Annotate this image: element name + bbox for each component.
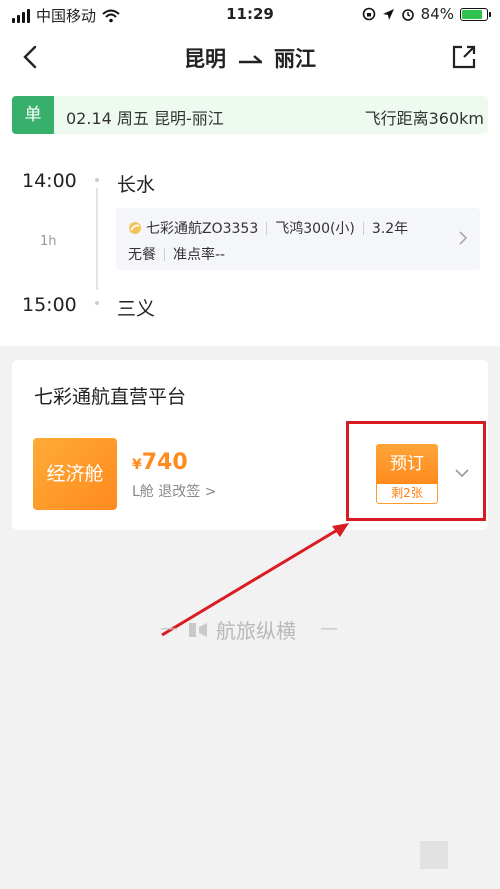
ticket-price: ¥740 — [132, 450, 188, 475]
flight-distance: 飞行距离360km — [364, 109, 484, 128]
flight-detail-row: 无餐 准点率-- — [128, 244, 225, 264]
cabin-class-badge: 经济舱 — [33, 438, 117, 510]
page-title: 昆明 丽江 — [0, 43, 500, 73]
flight-detail-box[interactable]: 七彩通航ZO3353 飞鸿300(小) 3.2年 无餐 准点率-- — [116, 208, 480, 270]
divider — [266, 221, 268, 235]
departure-time: 14:00 — [22, 170, 77, 192]
price-value: 740 — [141, 450, 188, 475]
meal-info: 无餐 — [128, 247, 156, 263]
battery-percent: 84% — [420, 5, 454, 23]
refund-change-rules-link[interactable]: L舱 退改签 > — [132, 481, 216, 501]
departure-airport: 长水 — [117, 174, 156, 196]
to-city: 丽江 — [274, 47, 316, 71]
floating-button[interactable] — [420, 841, 448, 869]
share-icon[interactable] — [450, 43, 478, 71]
status-bar: 中国移动 11:29 84% — [0, 0, 500, 30]
one-way-tag: 单 — [12, 96, 54, 134]
trip-date-route: 02.14 周五 昆明-丽江 — [66, 109, 224, 128]
timeline-dot — [95, 301, 99, 305]
currency-symbol: ¥ — [132, 457, 142, 473]
watermark-dash: — — [320, 618, 338, 639]
timeline-line — [96, 188, 98, 290]
rotation-lock-icon — [362, 7, 375, 21]
status-right: 84% — [362, 5, 491, 23]
alarm-icon — [401, 9, 414, 21]
arrival-airport: 三义 — [117, 298, 156, 320]
on-time-rate: 准点率-- — [173, 247, 226, 263]
platform-name: 七彩通航直营平台 — [34, 386, 187, 408]
arrival-time: 15:00 — [22, 294, 77, 316]
trip-summary-bar: 单 02.14 周五 昆明-丽江 飞行距离360km — [12, 96, 488, 134]
airline-logo-icon — [129, 222, 141, 234]
watermark-text: 航旅纵横 — [216, 619, 296, 643]
from-city: 昆明 — [184, 47, 226, 71]
watermark: 航旅纵横 — [186, 615, 296, 644]
airline-flight-number: 七彩通航ZO3353 — [146, 221, 259, 237]
flight-detail-row: 七彩通航ZO3353 飞鸿300(小) 3.2年 — [128, 218, 408, 238]
timeline-dot — [95, 178, 99, 182]
battery-icon — [460, 7, 491, 21]
flight-duration: 1h — [40, 234, 57, 249]
divider — [362, 221, 364, 235]
annotation-highlight-box — [346, 421, 486, 521]
chevron-right-icon — [459, 231, 468, 245]
watermark-dash: — — [160, 618, 178, 639]
route-arrow-icon — [238, 47, 265, 71]
aircraft-age: 3.2年 — [371, 221, 409, 237]
aircraft-type: 飞鸿300(小) — [275, 221, 355, 237]
watermark-logo-icon — [189, 622, 207, 637]
flight-card: 单 02.14 周五 昆明-丽江 飞行距离360km 14:00 长水 1h 1… — [0, 86, 500, 346]
divider — [164, 247, 165, 261]
nav-bar: 昆明 丽江 — [0, 30, 500, 86]
location-icon — [382, 8, 394, 20]
